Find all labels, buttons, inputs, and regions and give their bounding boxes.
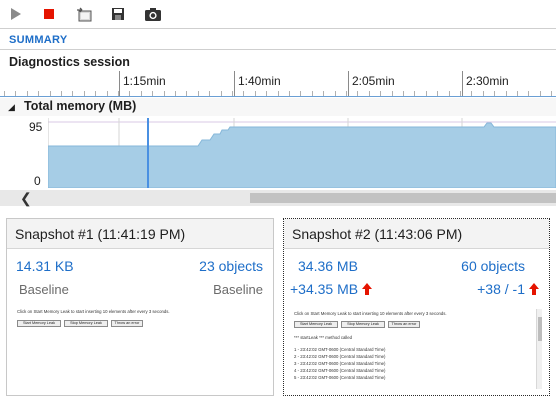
snapshot-header: Snapshot #2 (11:43:06 PM) <box>284 219 549 249</box>
memory-area <box>47 122 556 189</box>
thumbnail-instruction: Click on Start Memory Leak to start inse… <box>17 309 170 314</box>
summary-divider <box>0 49 556 50</box>
snapshot-heap-size-link[interactable]: 14.31 KB <box>16 258 74 274</box>
scrollbar-thumb[interactable] <box>250 193 556 203</box>
increase-arrow-icon <box>362 283 373 295</box>
y-axis-min-label: 0 <box>34 174 41 188</box>
thumb-throw-button: Throw an error <box>111 320 143 327</box>
thumbnail-instruction: Click on Start Memory Leak to start inse… <box>294 311 447 316</box>
thumbnail-scrollbar <box>536 309 542 389</box>
objects-diff-link[interactable]: +38 / -1 <box>477 281 539 297</box>
snapshot-thumbnail[interactable]: Click on Start Memory Leak to start inse… <box>15 307 265 347</box>
increase-arrow-icon <box>529 283 539 295</box>
memory-section-header[interactable]: ◢ Total memory (MB) <box>0 98 556 116</box>
snapshot-thumbnail[interactable]: Click on Start Memory Leak to start inse… <box>292 309 542 389</box>
ruler-major-tick <box>348 71 349 97</box>
thumb-start-button: Start Memory Leak <box>294 321 338 328</box>
play-icon[interactable] <box>6 4 26 24</box>
thumb-start-button: Start Memory Leak <box>17 320 61 327</box>
ruler-label: 1:40min <box>238 74 281 88</box>
thumbnail-log-line: 2 - 23:42:02 GMT-0600 (Central Standard … <box>294 354 386 359</box>
stop-icon[interactable] <box>39 4 59 24</box>
thumbnail-scrollbar-thumb <box>538 317 542 341</box>
ruler-major-tick <box>119 71 120 97</box>
thumb-throw-button: Throw an error <box>388 321 420 328</box>
memory-usage-graph[interactable] <box>47 118 556 189</box>
thumbnail-log-line: 4 - 23:42:02 GMT-0600 (Central Standard … <box>294 368 386 373</box>
camera-icon[interactable] <box>143 4 163 24</box>
snapshot-objects-link[interactable]: 60 objects <box>461 258 525 274</box>
snapshot-heap-size-link[interactable]: 34.36 MB <box>298 258 358 274</box>
thumbnail-log-line: 5 - 23:42:02 GMT-0600 (Central Standard … <box>294 375 386 380</box>
save-icon[interactable] <box>108 4 128 24</box>
objects-baseline-label: Baseline <box>213 282 263 297</box>
memory-title: Total memory (MB) <box>24 99 137 113</box>
timeline-scrollbar[interactable]: ❮ <box>0 190 556 206</box>
size-diff-value: +34.35 MB <box>290 281 359 297</box>
ruler-label: 2:30min <box>466 74 509 88</box>
scroll-left-icon[interactable]: ❮ <box>20 190 32 206</box>
thumbnail-log-line: 1 - 23:42:02 GMT-0600 (Central Standard … <box>294 347 386 352</box>
thumbnail-log-line: 3 - 23:42:02 GMT-0600 (Central Standard … <box>294 361 386 366</box>
objects-diff-value: +38 / -1 <box>477 281 525 297</box>
timeline-ruler[interactable]: 1:15min 1:40min 2:05min 2:30min <box>0 71 556 97</box>
ruler-label: 1:15min <box>123 74 166 88</box>
ruler-baseline <box>0 96 556 97</box>
snapshot-header: Snapshot #1 (11:41:19 PM) <box>7 219 273 249</box>
thumb-stop-button: Stop Memory Leak <box>64 320 108 327</box>
toolbar <box>0 0 556 28</box>
collapse-triangle-icon[interactable]: ◢ <box>8 102 15 113</box>
export-icon[interactable] <box>74 4 94 24</box>
ruler-label: 2:05min <box>352 74 395 88</box>
size-diff-link[interactable]: +34.35 MB <box>290 281 373 297</box>
snapshot-panel-1[interactable]: Snapshot #1 (11:41:19 PM) 14.31 KB 23 ob… <box>6 218 274 396</box>
ruler-major-tick <box>462 71 463 97</box>
snapshot-panel-2[interactable]: Snapshot #2 (11:43:06 PM) 34.36 MB 60 ob… <box>283 218 550 396</box>
thumb-stop-button: Stop Memory Leak <box>341 321 385 328</box>
diagnostics-session-title: Diagnostics session <box>9 55 130 69</box>
thumbnail-log-line: *** startLeak *** method called <box>294 335 353 340</box>
toolbar-divider <box>0 28 556 29</box>
snapshot-title: Snapshot #2 (11:43:06 PM) <box>292 226 463 242</box>
summary-tab[interactable]: SUMMARY <box>9 34 68 46</box>
snapshot-objects-link[interactable]: 23 objects <box>199 258 263 274</box>
snapshot-title: Snapshot #1 (11:41:19 PM) <box>15 226 186 242</box>
ruler-major-tick <box>234 71 235 97</box>
size-baseline-label: Baseline <box>19 282 69 297</box>
y-axis-max-label: 95 <box>29 120 43 134</box>
